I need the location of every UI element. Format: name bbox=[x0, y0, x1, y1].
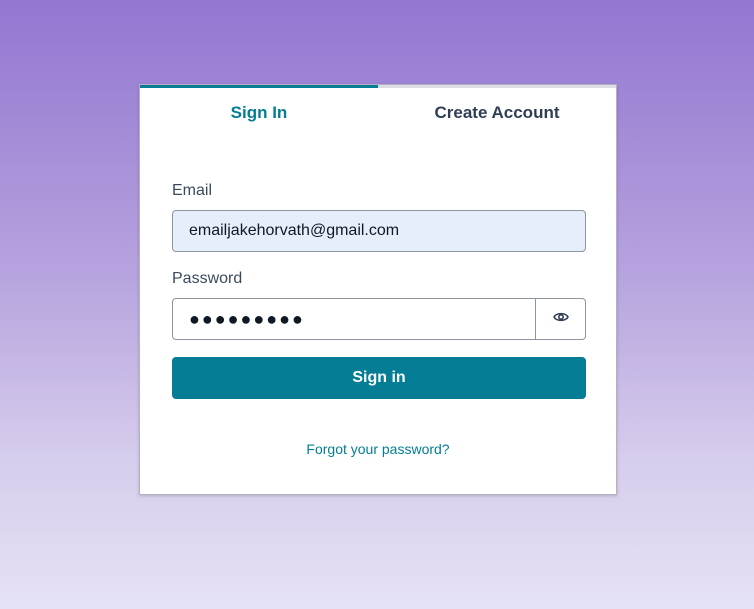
email-label: Email bbox=[172, 182, 213, 199]
password-field[interactable] bbox=[172, 298, 536, 340]
tab-sign-in[interactable]: Sign In bbox=[140, 85, 378, 137]
email-field[interactable] bbox=[172, 210, 586, 252]
password-label: Password bbox=[172, 270, 243, 287]
forgot-password-link[interactable]: Forgot your password? bbox=[172, 441, 584, 457]
tab-create-account[interactable]: Create Account bbox=[378, 85, 616, 137]
eye-icon bbox=[552, 310, 569, 328]
show-password-button[interactable] bbox=[536, 298, 586, 340]
auth-card: Sign In Create Account Email Password Si… bbox=[139, 84, 617, 495]
password-row bbox=[172, 298, 586, 340]
auth-tabs: Sign In Create Account bbox=[140, 85, 616, 137]
sign-in-button[interactable]: Sign in bbox=[172, 357, 586, 399]
sign-in-form: Email Password Sign in Forgot your passw… bbox=[140, 137, 616, 457]
